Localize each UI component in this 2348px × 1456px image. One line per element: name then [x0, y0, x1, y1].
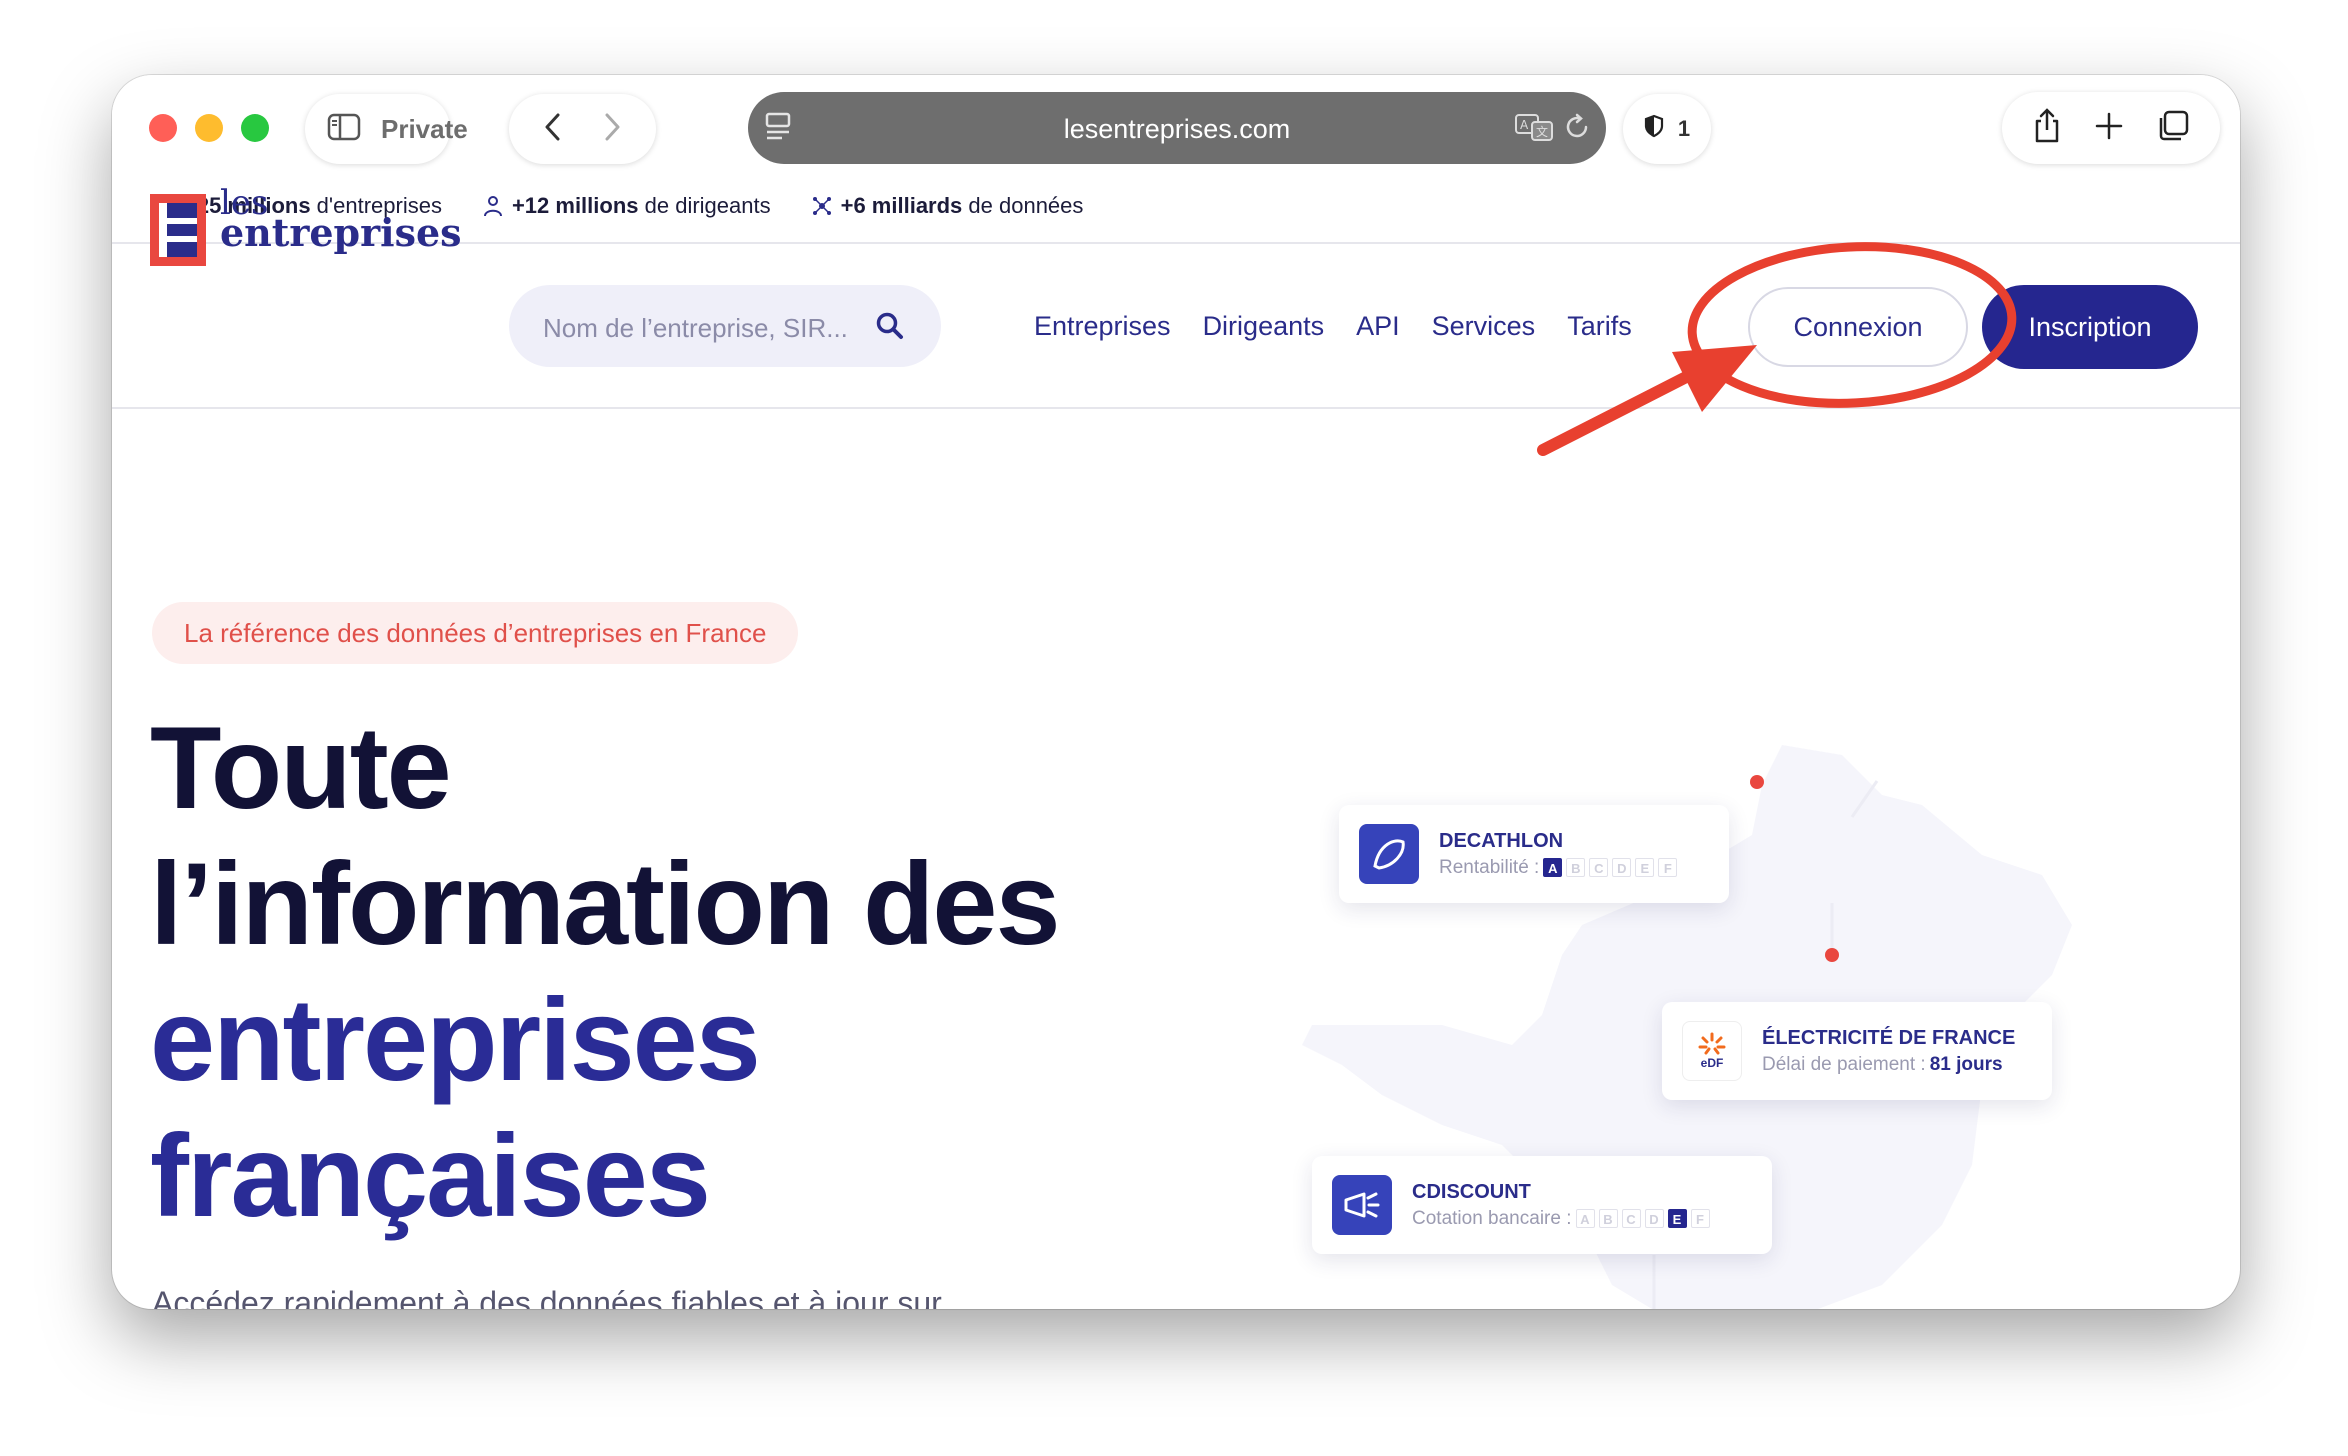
payment-delay-row: Délai de paiement : 81 jours — [1762, 1054, 2015, 1076]
login-button[interactable]: Connexion — [1748, 287, 1968, 367]
history-nav — [509, 94, 656, 164]
tracker-count: 1 — [1677, 116, 1691, 141]
company-card-cdiscount[interactable]: CDISCOUNT Cotation bancaire : A B C D E … — [1312, 1156, 1772, 1254]
map-marker — [1825, 948, 1839, 962]
grade-a: A — [1575, 1209, 1595, 1228]
tab-overview-icon[interactable] — [2156, 109, 2190, 148]
hero-title: Toute l’information des entreprises fran… — [150, 700, 1061, 1244]
logo-text: les entreprises — [220, 183, 462, 255]
payment-delay-value: 81 jours — [1929, 1053, 2003, 1075]
grade-e: E — [1667, 1209, 1687, 1228]
company-search-input[interactable]: Nom de l’entreprise, SIR... — [509, 285, 941, 367]
map-marker — [1750, 775, 1764, 789]
nav-tarifs[interactable]: Tarifs — [1567, 311, 1632, 342]
minimize-window-button[interactable] — [195, 114, 223, 142]
nav-entreprises[interactable]: Entreprises — [1034, 311, 1171, 342]
shield-icon — [1644, 114, 1664, 144]
grade-b: B — [1598, 1209, 1618, 1228]
close-window-button[interactable] — [149, 114, 177, 142]
grade-d: D — [1612, 858, 1632, 877]
search-placeholder: Nom de l’entreprise, SIR... — [543, 313, 848, 343]
toolbar-actions — [2002, 92, 2220, 164]
private-label: Private — [381, 113, 468, 144]
hero-tagline: La référence des données d’entreprises e… — [152, 602, 799, 664]
grade-f: F — [1658, 858, 1678, 877]
browser-window: Private lesentreprises.com A文 1 +25 mill… — [112, 75, 2240, 1309]
nav-api[interactable]: API — [1356, 311, 1400, 342]
sidebar-toggle-button[interactable]: Private — [305, 94, 468, 164]
grade-d: D — [1644, 1209, 1664, 1228]
company-name: DECATHLON — [1439, 829, 1564, 852]
grade-a: A — [1543, 858, 1563, 877]
person-icon — [483, 196, 502, 217]
address-bar[interactable]: lesentreprises.com A文 — [748, 92, 1606, 164]
main-nav: Entreprises Dirigeants API Services Tari… — [1034, 311, 1632, 342]
search-icon[interactable] — [875, 311, 905, 346]
rating-label: Cotation bancaire : — [1412, 1207, 1572, 1229]
zoom-window-button[interactable] — [241, 114, 269, 142]
company-card-decathlon[interactable]: DECATHLON Rentabilité : A B C D E F — [1339, 805, 1729, 903]
privacy-report-button[interactable]: 1 — [1623, 94, 1711, 164]
hero-title-line-3: entreprises — [150, 974, 761, 1105]
grade-c: C — [1621, 1209, 1641, 1228]
divider — [112, 407, 2240, 409]
sidebar-icon — [327, 113, 361, 146]
payment-delay-label: Délai de paiement : — [1762, 1053, 1926, 1075]
svg-text:A: A — [1520, 118, 1529, 132]
stat-managers: +12 millions de dirigeants — [482, 193, 771, 219]
signup-button[interactable]: Inscription — [1982, 285, 2198, 369]
new-tab-icon[interactable] — [2094, 111, 2124, 146]
rating-label: Rentabilité : — [1439, 856, 1540, 878]
network-icon — [812, 197, 831, 215]
grade-b: B — [1566, 858, 1586, 877]
decathlon-logo-icon — [1359, 824, 1419, 884]
hero-subtext: Accédez rapidement à des données fiables… — [152, 1285, 942, 1309]
grade-e: E — [1635, 858, 1655, 877]
nav-services[interactable]: Services — [1432, 311, 1536, 342]
hero-title-line-2: l’information des — [150, 838, 1061, 969]
company-name: CDISCOUNT — [1412, 1180, 1531, 1203]
company-card-edf[interactable]: eDF ÉLECTRICITÉ DE FRANCE Délai de paiem… — [1662, 1002, 2052, 1100]
edf-logo-icon: eDF — [1682, 1021, 1742, 1081]
stat-data: +6 milliards de données — [811, 193, 1083, 219]
nav-dirigeants[interactable]: Dirigeants — [1203, 311, 1325, 342]
company-name: ÉLECTRICITÉ DE FRANCE — [1762, 1026, 2016, 1049]
translate-icon[interactable]: A文 — [1514, 112, 1554, 147]
url-text: lesentreprises.com — [1063, 114, 1291, 144]
browser-toolbar: Private lesentreprises.com A文 1 — [112, 75, 2240, 200]
svg-text:文: 文 — [1536, 124, 1548, 139]
logo-mark-icon — [150, 194, 206, 266]
hero-title-line-4: françaises — [150, 1110, 711, 1241]
share-icon[interactable] — [2032, 107, 2062, 150]
hero-title-line-1: Toute — [150, 702, 452, 833]
forward-icon[interactable] — [602, 112, 622, 147]
reload-icon[interactable] — [1562, 112, 1592, 147]
grade-c: C — [1589, 858, 1609, 877]
rating-row: Rentabilité : A B C D E F — [1439, 856, 1678, 879]
cdiscount-logo-icon — [1332, 1175, 1392, 1235]
rating-row: Cotation bancaire : A B C D E F — [1412, 1208, 1710, 1230]
grade-f: F — [1690, 1209, 1710, 1228]
back-icon[interactable] — [543, 112, 563, 147]
